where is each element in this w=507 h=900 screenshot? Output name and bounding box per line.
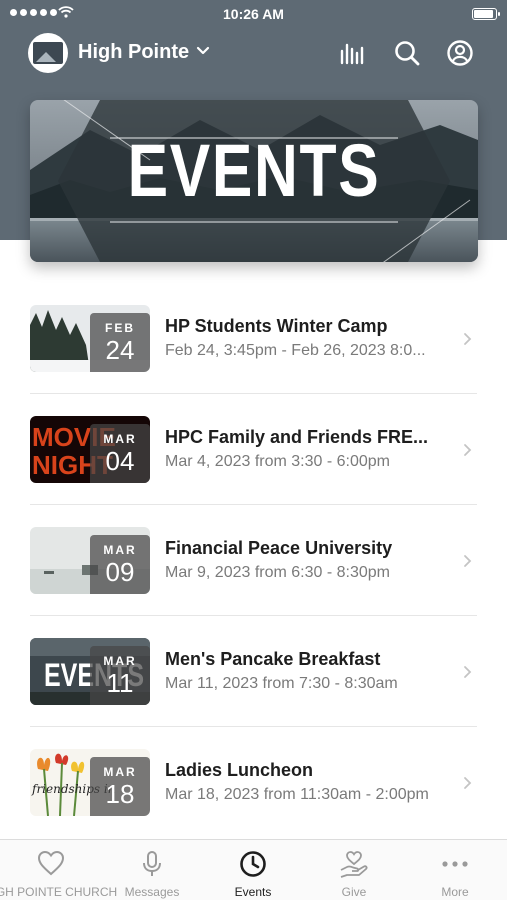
status-time: 10:26 AM	[223, 6, 284, 22]
tab-label: HIGH POINTE CHURCH	[0, 885, 118, 899]
date-badge-month: MAR	[103, 654, 137, 668]
tab-give[interactable]: Give	[314, 840, 394, 900]
event-title: Men's Pancake Breakfast	[165, 649, 381, 669]
event-title: HP Students Winter Camp	[165, 316, 388, 336]
event-list-item[interactable]: friendships in MAR 18 Ladies Luncheon Ma…	[0, 727, 507, 838]
tab-label: Events	[234, 885, 272, 899]
events-hero-banner: EVENTS	[30, 100, 478, 262]
tab-more[interactable]: More	[415, 840, 495, 900]
date-badge: MAR 11	[90, 646, 150, 705]
chevron-right-icon	[464, 444, 472, 456]
event-thumbnail: MAR 09	[30, 527, 150, 594]
chevron-right-icon	[464, 777, 472, 789]
campus-selector-label[interactable]: High Pointe	[78, 41, 189, 64]
event-datetime: Mar 18, 2023 from 11:30am - 2:00pm	[165, 786, 429, 803]
search-icon[interactable]	[393, 39, 421, 67]
event-title: HPC Family and Friends FRE...	[165, 427, 429, 447]
event-thumbnail: MOVIE NIGHT MAR 04	[30, 416, 150, 483]
date-badge-day: 09	[105, 557, 135, 587]
event-title: Financial Peace University	[165, 538, 393, 558]
date-badge-day: 04	[105, 446, 135, 476]
date-badge: FEB 24	[90, 313, 150, 372]
date-badge-day: 24	[105, 335, 135, 365]
date-badge: MAR 09	[90, 535, 150, 594]
event-datetime: Mar 4, 2023 from 3:30 - 6:00pm	[165, 453, 390, 470]
hero-title: EVENTS	[127, 129, 381, 212]
event-thumbnail: friendships in MAR 18	[30, 749, 150, 816]
event-datetime: Mar 9, 2023 from 6:30 - 8:30pm	[165, 564, 390, 581]
event-datetime: Mar 11, 2023 from 7:30 - 8:30am	[165, 675, 398, 692]
microphone-icon	[143, 851, 161, 876]
tab-home[interactable]: HIGH POINTE CHURCH	[0, 840, 123, 900]
campus-logo[interactable]	[28, 33, 68, 73]
battery-icon	[472, 8, 500, 20]
event-list-item[interactable]: EVENTS MAR 11 Men's Pancake Breakfast Ma…	[0, 616, 507, 727]
tab-label: Give	[341, 885, 367, 899]
date-badge-day: 11	[106, 668, 134, 698]
event-list-item[interactable]: MAR 09 Financial Peace University Mar 9,…	[0, 505, 507, 616]
event-thumbnail: EVENTS MAR 11	[30, 638, 150, 705]
profile-icon[interactable]	[446, 39, 474, 67]
chevron-down-icon[interactable]	[196, 44, 210, 58]
chevron-right-icon	[464, 555, 472, 567]
more-dots-icon	[442, 861, 468, 867]
date-badge-month: FEB	[105, 321, 135, 335]
chevron-right-icon	[464, 333, 472, 345]
event-list-item[interactable]: FEB 24 HP Students Winter Camp Feb 24, 3…	[0, 283, 507, 394]
date-badge-month: MAR	[103, 765, 137, 779]
giving-hand-icon	[340, 851, 368, 878]
date-badge: MAR 04	[90, 424, 150, 483]
event-datetime: Feb 24, 3:45pm - Feb 26, 2023 8:0...	[165, 342, 426, 359]
chevron-right-icon	[464, 666, 472, 678]
live-stream-icon[interactable]	[338, 39, 366, 67]
date-badge: MAR 18	[90, 757, 150, 816]
bottom-tab-bar: HIGH POINTE CHURCH Messages Events Give …	[0, 839, 507, 900]
tab-messages[interactable]: Messages	[112, 840, 192, 900]
event-title: Ladies Luncheon	[165, 760, 314, 780]
date-badge-month: MAR	[103, 543, 137, 557]
event-list-item[interactable]: MOVIE NIGHT MAR 04 HPC Family and Friend…	[0, 394, 507, 505]
top-bar: High Pointe	[0, 30, 507, 76]
heart-icon	[37, 850, 64, 876]
tab-events[interactable]: Events	[213, 840, 293, 900]
clock-icon	[240, 851, 266, 877]
date-badge-day: 18	[105, 779, 135, 809]
tab-label: More	[441, 885, 469, 899]
status-bar: 10:26 AM	[0, 0, 507, 28]
event-thumbnail: FEB 24	[30, 305, 150, 372]
tab-label: Messages	[124, 885, 180, 899]
date-badge-month: MAR	[103, 432, 137, 446]
